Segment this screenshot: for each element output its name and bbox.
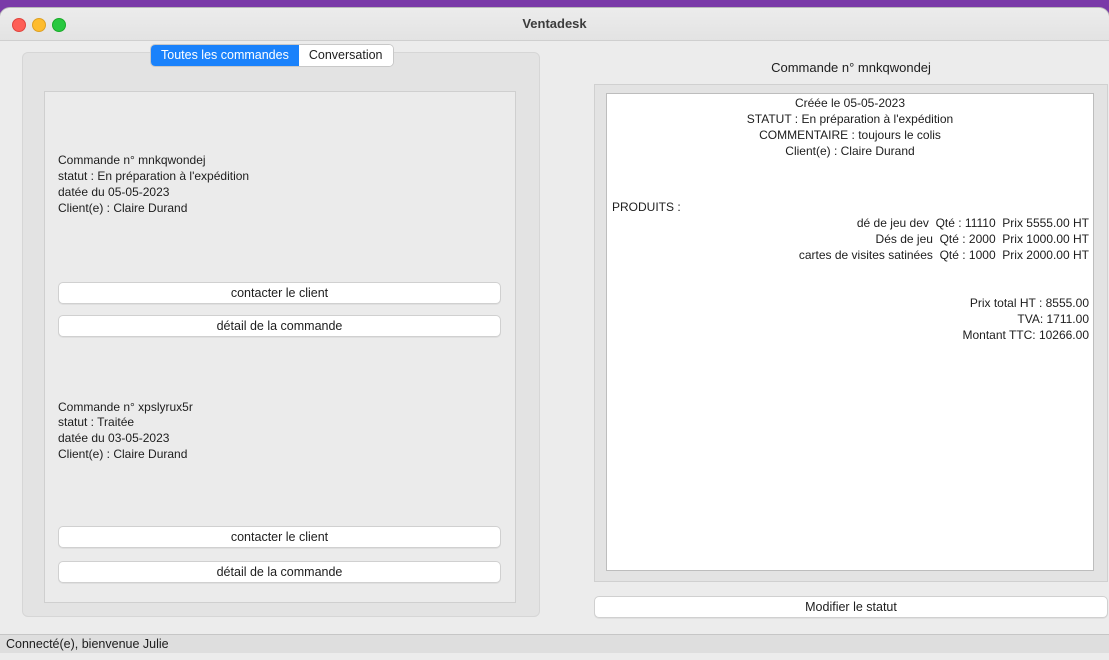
order-number: Commande n° mnkqwondej (58, 153, 206, 167)
contact-client-button[interactable]: contacter le client (58, 282, 501, 304)
detail-comment: COMMENTAIRE : toujours le colis (759, 128, 941, 142)
detail-status: STATUT : En préparation à l'expédition (746, 112, 954, 126)
products-header: PRODUITS : (612, 200, 681, 214)
contact-client-button[interactable]: contacter le client (58, 526, 501, 548)
order-number: Commande n° xpslyrux5r (58, 400, 193, 414)
detail-client: Client(e) : Claire Durand (785, 144, 915, 158)
order-status: statut : Traitée (58, 415, 135, 429)
order-detail-panel[interactable]: Créée le 05-05-2023 STATUT : En préparat… (606, 93, 1094, 571)
detail-created: Créée le 05-05-2023 (794, 96, 906, 110)
tab-conversation[interactable]: Conversation (298, 45, 393, 66)
total-ht: Prix total HT : 8555.00 (969, 296, 1089, 310)
product-line: dé de jeu dev Qté : 11110 Prix 5555.00 H… (856, 216, 1089, 230)
product-line: cartes de visites satinées Qté : 1000 Pr… (798, 248, 1089, 262)
order-status: statut : En préparation à l'expédition (58, 169, 250, 183)
tab-all-orders[interactable]: Toutes les commandes (151, 45, 299, 66)
tab-bar: Toutes les commandes Conversation (150, 44, 394, 67)
order-client: Client(e) : Claire Durand (58, 201, 188, 215)
detail-title: Commande n° mnkqwondej (771, 60, 931, 75)
modify-status-button[interactable]: Modifier le statut (594, 596, 1108, 618)
status-bar: Connecté(e), bienvenue Julie (0, 634, 1109, 653)
title-bar: Ventadesk (0, 8, 1109, 41)
order-detail-button[interactable]: détail de la commande (58, 561, 501, 583)
order-detail-button[interactable]: détail de la commande (58, 315, 501, 337)
window-title: Ventadesk (522, 16, 587, 31)
total-ttc: Montant TTC: 10266.00 (962, 328, 1089, 342)
tva-amount: TVA: 1711.00 (1017, 312, 1089, 326)
order-client: Client(e) : Claire Durand (58, 447, 188, 461)
product-line: Dés de jeu Qté : 2000 Prix 1000.00 HT (875, 232, 1089, 246)
order-date: datée du 05-05-2023 (58, 185, 170, 199)
order-date: datée du 03-05-2023 (58, 431, 170, 445)
